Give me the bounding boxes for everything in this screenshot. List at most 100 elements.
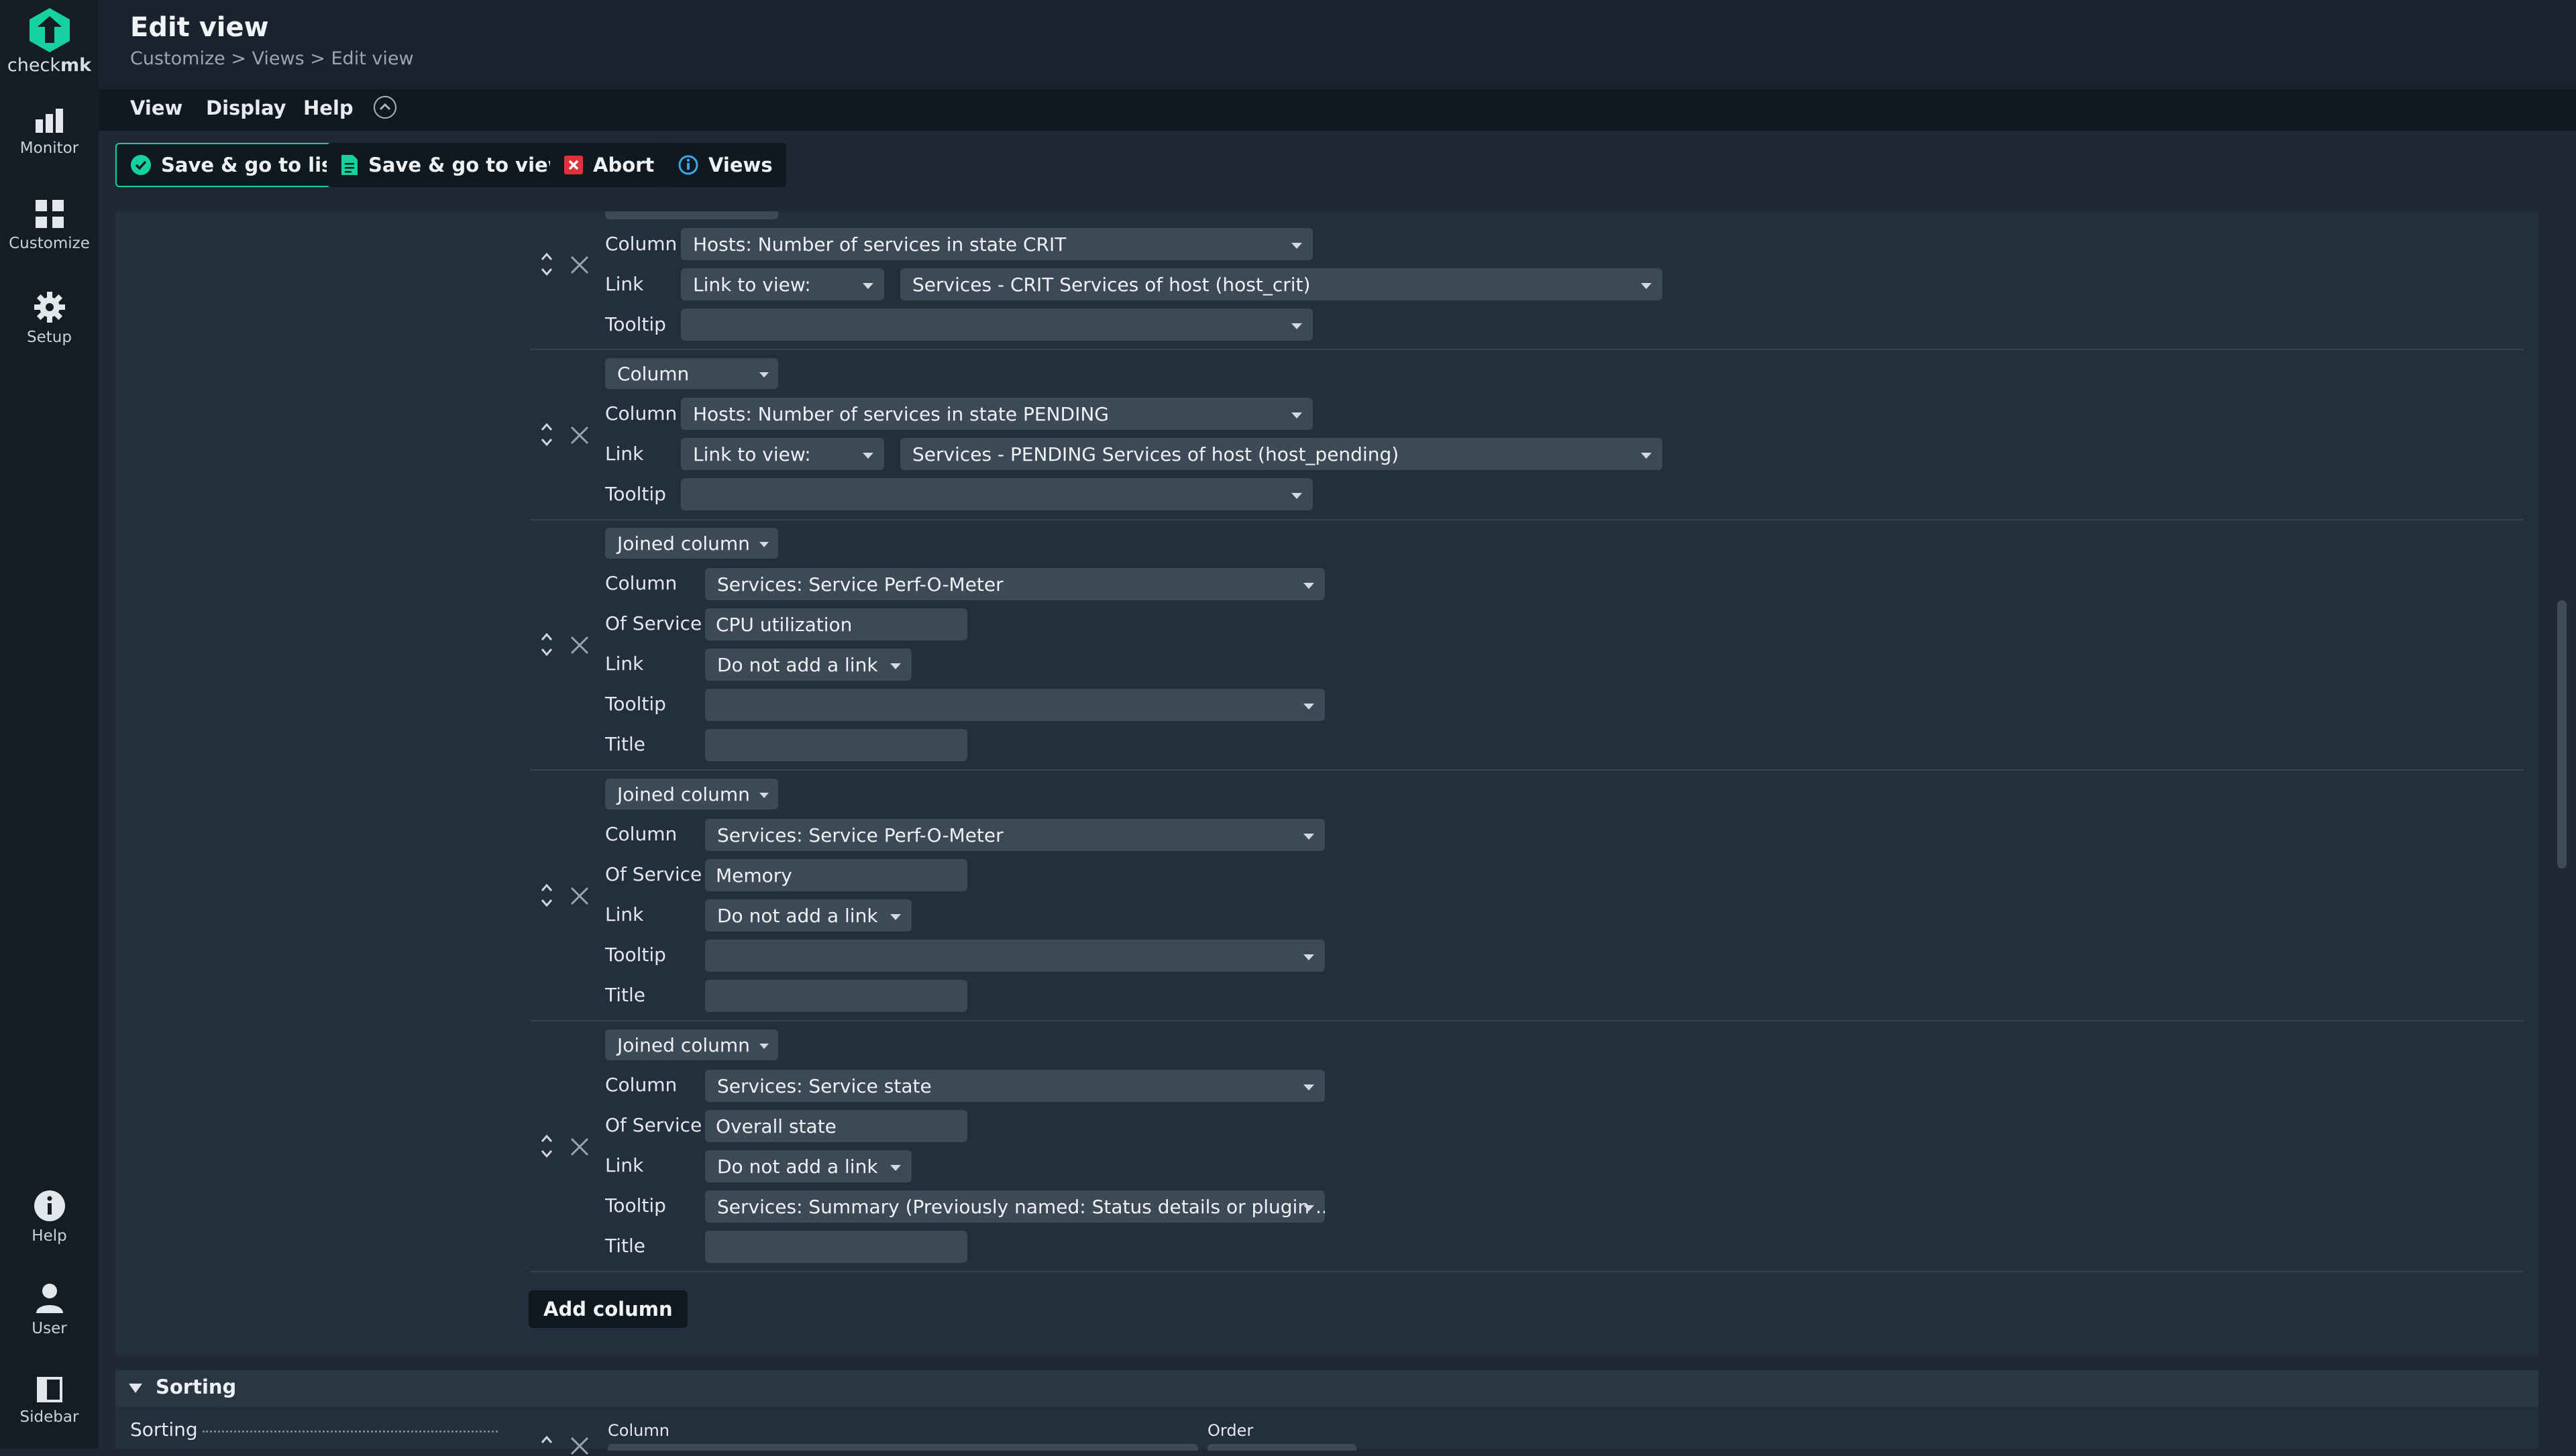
column-label: Column bbox=[605, 823, 678, 845]
monitor-icon bbox=[35, 109, 63, 133]
sort-order-header: Order bbox=[1208, 1421, 1254, 1440]
menu-view[interactable]: View bbox=[130, 97, 182, 119]
add-column-button[interactable]: Add column bbox=[529, 1290, 688, 1328]
tooltip-select[interactable] bbox=[705, 940, 1325, 972]
caret-down-icon bbox=[129, 1384, 142, 1393]
nav-sidebar[interactable]: Sidebar bbox=[0, 1376, 99, 1426]
sorting-label: Sorting bbox=[130, 1418, 198, 1441]
delete-icon[interactable] bbox=[570, 1137, 590, 1157]
checkmk-logo[interactable]: checkmk bbox=[0, 7, 99, 76]
tooltip-select[interactable] bbox=[681, 478, 1313, 510]
nav-help[interactable]: Help bbox=[0, 1190, 99, 1245]
edit-view-form bbox=[115, 211, 2538, 1355]
tooltip-label: Tooltip bbox=[605, 313, 666, 335]
tooltip-select[interactable] bbox=[681, 309, 1313, 341]
reorder-icon[interactable] bbox=[539, 881, 554, 909]
breadcrumb-item-views[interactable]: Views bbox=[252, 48, 305, 69]
nav-customize[interactable]: Customize bbox=[0, 199, 99, 252]
column-select[interactable]: Hosts: Number of services in state CRIT bbox=[681, 228, 1313, 260]
tooltip-label: Tooltip bbox=[605, 483, 666, 505]
customize-icon bbox=[35, 200, 64, 228]
nav-help-label: Help bbox=[32, 1227, 67, 1245]
abort-icon bbox=[564, 156, 583, 174]
delete-icon[interactable] bbox=[570, 425, 590, 445]
tooltip-label: Tooltip bbox=[605, 693, 666, 715]
save-go-to-list-label: Save & go to list bbox=[161, 154, 343, 176]
of-service-input[interactable]: CPU utilization bbox=[705, 608, 967, 640]
reorder-icon[interactable] bbox=[539, 1433, 554, 1453]
toolbar: Save & go to list Save & go to view Abor… bbox=[99, 131, 2576, 211]
of-service-input[interactable]: Overall state bbox=[705, 1110, 967, 1142]
delete-icon[interactable] bbox=[570, 886, 590, 906]
menu-bar: View Display Help bbox=[99, 89, 2576, 131]
column-type-selector[interactable]: Joined column bbox=[605, 528, 778, 559]
collapse-menu-button[interactable] bbox=[374, 96, 396, 119]
nav-customize-label: Customize bbox=[9, 235, 90, 252]
column-type-selector[interactable]: Joined column bbox=[605, 1029, 778, 1060]
column-type-selector[interactable]: Joined column bbox=[605, 779, 778, 809]
sort-column-select[interactable] bbox=[608, 1444, 1198, 1451]
sorting-section-title: Sorting bbox=[156, 1376, 237, 1398]
delete-icon[interactable] bbox=[570, 635, 590, 655]
delete-icon[interactable] bbox=[570, 255, 590, 275]
column-type-selector[interactable]: Column bbox=[605, 358, 778, 389]
save-go-to-list-button[interactable]: Save & go to list bbox=[115, 143, 358, 187]
link-target-select[interactable]: Services - PENDING Services of host (hos… bbox=[900, 438, 1662, 470]
abort-button[interactable]: Abort bbox=[550, 143, 668, 187]
nav-monitor[interactable]: Monitor bbox=[0, 107, 99, 157]
column-type-selector[interactable] bbox=[605, 211, 778, 219]
logo-text: checkmk bbox=[7, 55, 92, 76]
title-input[interactable] bbox=[705, 729, 967, 761]
sorting-section-body: Sorting Column Order bbox=[115, 1406, 2538, 1455]
nav-monitor-label: Monitor bbox=[19, 139, 79, 157]
link-select[interactable]: Do not add a link bbox=[705, 899, 912, 932]
save-go-to-view-button[interactable]: Save & go to view bbox=[327, 143, 580, 187]
nav-setup-label: Setup bbox=[27, 329, 72, 346]
link-select[interactable]: Do not add a link bbox=[705, 1150, 912, 1182]
link-select[interactable]: Do not add a link bbox=[705, 649, 912, 681]
menu-help[interactable]: Help bbox=[303, 97, 354, 119]
tooltip-select[interactable]: Services: Summary (Previously named: Sta… bbox=[705, 1190, 1325, 1223]
nav-setup[interactable]: Setup bbox=[0, 291, 99, 346]
sort-order-select[interactable] bbox=[1208, 1444, 1356, 1451]
title-label: Title bbox=[605, 984, 646, 1006]
link-mode-select[interactable]: Link to view: bbox=[681, 268, 884, 300]
reorder-icon[interactable] bbox=[539, 421, 554, 449]
tooltip-select[interactable] bbox=[705, 689, 1325, 721]
reorder-icon[interactable] bbox=[539, 250, 554, 278]
breadcrumb-item-current: Edit view bbox=[331, 48, 414, 69]
check-circle-icon bbox=[131, 155, 151, 175]
column-select[interactable]: Hosts: Number of services in state PENDI… bbox=[681, 398, 1313, 430]
link-label: Link bbox=[605, 443, 644, 465]
column-label: Column bbox=[605, 1074, 678, 1096]
column-select[interactable]: Services: Service Perf-O-Meter bbox=[705, 819, 1325, 851]
title-input[interactable] bbox=[705, 980, 967, 1012]
nav-user[interactable]: User bbox=[0, 1282, 99, 1337]
of-service-input[interactable]: Memory bbox=[705, 859, 967, 891]
link-label: Link bbox=[605, 273, 644, 295]
link-mode-select[interactable]: Link to view: bbox=[681, 438, 884, 470]
views-button[interactable]: Views bbox=[664, 143, 786, 187]
title-input[interactable] bbox=[705, 1231, 967, 1263]
breadcrumb-item-customize[interactable]: Customize bbox=[130, 48, 225, 69]
link-label: Link bbox=[605, 903, 644, 926]
divider bbox=[530, 1271, 2524, 1272]
link-target-select[interactable]: Services - CRIT Services of host (host_c… bbox=[900, 268, 1662, 300]
views-label: Views bbox=[708, 154, 773, 176]
column-select[interactable]: Services: Service state bbox=[705, 1070, 1325, 1102]
title-label: Title bbox=[605, 733, 646, 755]
reorder-icon[interactable] bbox=[539, 630, 554, 659]
column-select[interactable]: Services: Service Perf-O-Meter bbox=[705, 568, 1325, 600]
menu-display[interactable]: Display bbox=[206, 97, 286, 119]
column-label: Column bbox=[605, 402, 678, 425]
info-icon bbox=[34, 1190, 65, 1221]
sidebar-icon bbox=[36, 1377, 62, 1402]
sorting-section-header[interactable]: Sorting bbox=[115, 1370, 2538, 1406]
reorder-icon[interactable] bbox=[539, 1132, 554, 1160]
main-navigation: checkmk Monitor Customize Setup Help Use… bbox=[0, 0, 99, 1449]
save-go-to-view-label: Save & go to view bbox=[368, 154, 566, 176]
delete-icon[interactable] bbox=[570, 1436, 590, 1456]
tooltip-label: Tooltip bbox=[605, 944, 666, 966]
scrollbar-thumb[interactable] bbox=[2557, 600, 2567, 869]
abort-label: Abort bbox=[593, 154, 655, 176]
